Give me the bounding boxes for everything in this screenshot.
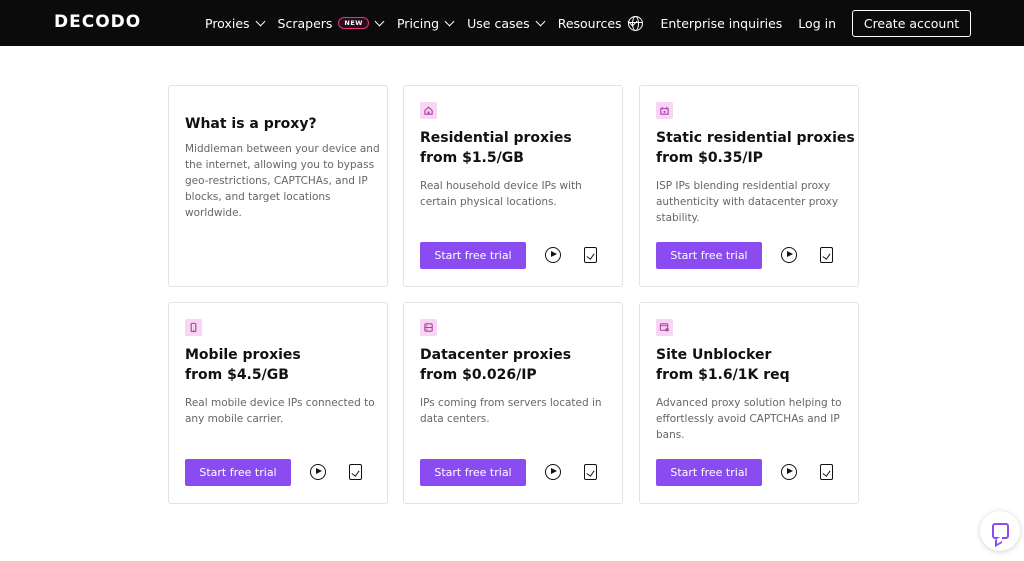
nav-item-scrapers[interactable]: Scrapers NEW: [277, 15, 385, 31]
product-card-residential: Residential proxies from $1.5/GB Real ho…: [403, 85, 623, 287]
nav-item-label: Resources: [557, 15, 622, 31]
nav-item-label: Pricing: [396, 15, 440, 31]
product-price: from $1.6/1K req: [656, 367, 790, 383]
product-name: Residential proxies: [420, 130, 572, 146]
globe-icon[interactable]: [628, 15, 644, 31]
product-description: Advanced proxy solution helping to effor…: [656, 397, 842, 441]
product-title: Site Unblocker from $1.6/1K req: [656, 345, 856, 385]
unlock-window-icon: [656, 319, 673, 336]
house-icon: [420, 102, 437, 119]
product-card-site-unblocker: Site Unblocker from $1.6/1K req Advanced…: [639, 302, 859, 504]
play-video-icon[interactable]: [310, 464, 326, 480]
chevron-down-icon: [444, 16, 455, 26]
top-nav: DECODO Proxies Scrapers NEW Pricing Use …: [0, 0, 1024, 46]
play-video-icon[interactable]: [545, 247, 561, 263]
play-video-icon[interactable]: [781, 247, 797, 263]
product-description: Real household device IPs with certain p…: [420, 180, 582, 208]
nav-item-pricing[interactable]: Pricing: [396, 15, 455, 31]
nav-item-proxies[interactable]: Proxies: [205, 15, 265, 31]
nav-links: Proxies Scrapers NEW Pricing Use cases R…: [205, 0, 650, 46]
chevron-down-icon: [374, 16, 385, 26]
create-account-button[interactable]: Create account: [852, 9, 971, 37]
product-card-mobile: Mobile proxies from $4.5/GB Real mobile …: [168, 302, 388, 504]
nav-item-label: Proxies: [205, 15, 250, 31]
documentation-icon[interactable]: [820, 247, 833, 263]
start-free-trial-button[interactable]: Start free trial: [420, 242, 526, 269]
documentation-icon[interactable]: [584, 464, 597, 480]
phone-icon: [185, 319, 202, 336]
product-title: Residential proxies from $1.5/GB: [420, 128, 620, 168]
chat-widget-icon[interactable]: [980, 511, 1020, 551]
nav-right: Enterprise inquiries Log in Create accou…: [628, 0, 971, 46]
product-name: Datacenter proxies: [420, 347, 572, 363]
product-price: from $0.026/IP: [420, 367, 537, 383]
intro-description: Middleman between your device and the in…: [185, 143, 380, 219]
product-name: Static residential proxies: [656, 130, 855, 146]
product-card-static-residential: Static residential proxies from $0.35/IP…: [639, 85, 859, 287]
documentation-icon[interactable]: [349, 464, 362, 480]
chevron-down-icon: [535, 16, 546, 26]
product-description: IPs coming from servers located in data …: [420, 397, 602, 425]
product-name: Mobile proxies: [185, 347, 301, 363]
product-title: Datacenter proxies from $0.026/IP: [420, 345, 620, 385]
product-price: from $1.5/GB: [420, 150, 524, 166]
product-description: ISP IPs blending residential proxy authe…: [656, 180, 839, 224]
logo-text: DECODO: [54, 12, 142, 32]
nav-item-label: Use cases: [467, 15, 530, 31]
product-title: Static residential proxies from $0.35/IP: [656, 128, 856, 168]
product-description: Real mobile device IPs connected to any …: [185, 397, 375, 425]
nav-item-use-cases[interactable]: Use cases: [467, 15, 546, 31]
enterprise-inquiries-link[interactable]: Enterprise inquiries: [660, 16, 782, 31]
login-link[interactable]: Log in: [798, 16, 836, 31]
start-free-trial-button[interactable]: Start free trial: [185, 459, 291, 486]
nav-item-label: Scrapers: [277, 15, 333, 31]
play-video-icon[interactable]: [781, 464, 797, 480]
product-price: from $4.5/GB: [185, 367, 289, 383]
intro-card: What is a proxy? Middleman between your …: [168, 85, 388, 287]
building-icon: [656, 102, 673, 119]
intro-title: What is a proxy?: [185, 116, 317, 132]
play-video-icon[interactable]: [545, 464, 561, 480]
chevron-down-icon: [255, 16, 265, 26]
documentation-icon[interactable]: [584, 247, 597, 263]
product-name: Site Unblocker: [656, 347, 772, 363]
new-badge: NEW: [338, 17, 369, 29]
server-icon: [420, 319, 437, 336]
decodo-logo[interactable]: DECODO: [54, 12, 141, 32]
product-card-datacenter: Datacenter proxies from $0.026/IP IPs co…: [403, 302, 623, 504]
documentation-icon[interactable]: [820, 464, 833, 480]
start-free-trial-button[interactable]: Start free trial: [656, 242, 762, 269]
start-free-trial-button[interactable]: Start free trial: [656, 459, 762, 486]
product-price: from $0.35/IP: [656, 150, 763, 166]
product-title: Mobile proxies from $4.5/GB: [185, 345, 385, 385]
start-free-trial-button[interactable]: Start free trial: [420, 459, 526, 486]
nav-item-resources[interactable]: Resources: [557, 15, 637, 31]
